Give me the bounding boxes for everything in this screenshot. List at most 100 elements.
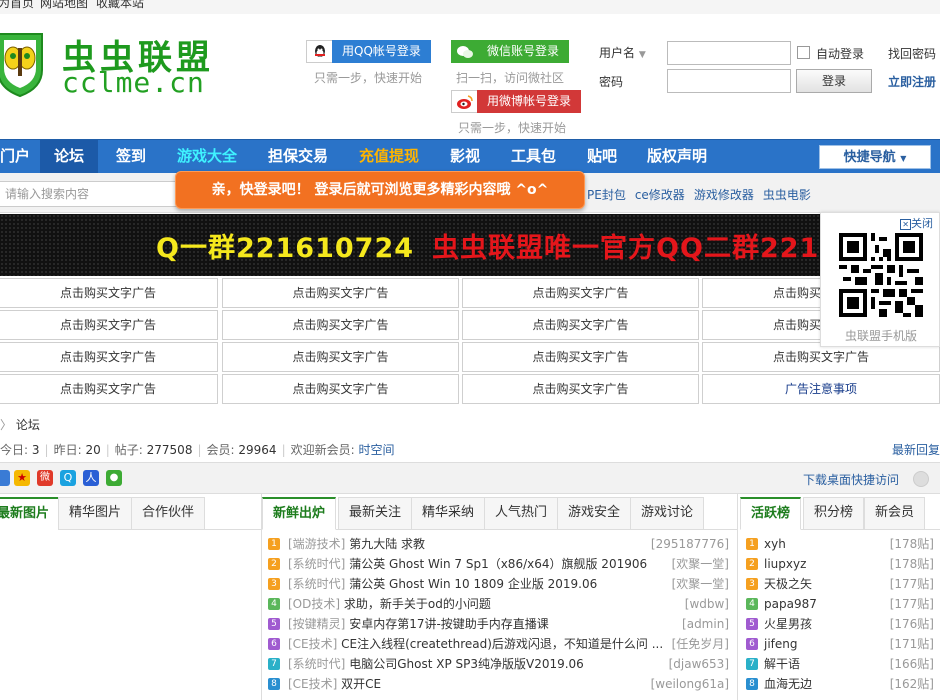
nav-video[interactable]: 影视: [436, 140, 494, 174]
nav-portal[interactable]: 门户: [0, 140, 44, 174]
members-count: 29964: [238, 443, 277, 457]
search-input[interactable]: 请输入搜索内容: [0, 181, 188, 207]
nav-toolkit[interactable]: 工具包: [497, 140, 570, 174]
nav-games[interactable]: 游戏大全: [163, 140, 251, 174]
tab-game-security[interactable]: 游戏安全: [557, 497, 632, 530]
thread-row[interactable]: 5 [按键精灵] 安卓内存第17讲-按键助手内存直播课 [admin]: [262, 614, 737, 634]
close-icon: ✕: [900, 219, 911, 230]
weibo-login-hint: 只需一步，快速开始: [458, 121, 567, 135]
chevron-down-icon[interactable]: ▼: [639, 50, 646, 60]
tab-latest-images[interactable]: 最新图片: [0, 497, 61, 530]
tab-hot[interactable]: 人气热门: [484, 497, 559, 530]
weibo-share-icon[interactable]: 微: [37, 470, 53, 486]
text-ad-cell[interactable]: 点击购买文字广告: [222, 374, 459, 404]
text-ad-cell[interactable]: 点击购买文字广告: [0, 278, 218, 308]
new-member-link[interactable]: 时空间: [358, 443, 394, 457]
login-prompt-toast[interactable]: 亲，快登录吧！ 登录后就可浏览更多精彩内容哦 ^o^: [175, 171, 585, 209]
hot-link[interactable]: 虫虫电影: [763, 188, 811, 202]
ranking-row[interactable]: 8 血海无边 [162贴]: [740, 674, 940, 694]
quick-nav-button[interactable]: 快捷导航 ▼: [819, 145, 931, 169]
tab-points-ranking[interactable]: 积分榜: [803, 497, 865, 530]
thread-row[interactable]: 4 [OD技术] 求助，新手关于od的小问题 [wdbw]: [262, 594, 737, 614]
set-homepage-link[interactable]: 为首页: [0, 0, 34, 9]
logo-emblem-icon[interactable]: [0, 30, 46, 98]
text-ad-cell[interactable]: 点击购买文字广告: [462, 278, 699, 308]
wechat-login-button[interactable]: 微信账号登录: [451, 40, 570, 63]
wechat-icon: [451, 40, 477, 63]
ranking-row[interactable]: 7 解干语 [166贴]: [740, 654, 940, 674]
thread-row[interactable]: 2 [系统时代] 蒲公英 Ghost Win 7 Sp1（x86/x64）旗舰版 …: [262, 554, 737, 574]
text-ad-cell[interactable]: 点击购买文字广告: [222, 278, 459, 308]
menu-icon[interactable]: [0, 470, 10, 486]
qr-label: 虫联盟手机版: [844, 329, 917, 343]
hot-search-links: PE封包 ce修改器 游戏修改器 虫虫电影: [587, 186, 820, 203]
find-password-link[interactable]: 找回密码: [888, 45, 936, 62]
login-submit-button[interactable]: 登录: [796, 69, 872, 93]
collapse-circle-icon[interactable]: [913, 471, 929, 487]
ranking-row[interactable]: 4 papa987 [177贴]: [740, 594, 940, 614]
text-ad-cell[interactable]: 点击购买文字广告: [0, 310, 218, 340]
sitemap-link[interactable]: 网站地图: [40, 0, 88, 9]
username-input[interactable]: [667, 41, 791, 65]
wechat-share-icon[interactable]: ●: [106, 470, 122, 486]
share-icon-strip: ★ 微 Q 人 ● 下载桌面快捷访问: [0, 462, 940, 494]
auto-login-label[interactable]: 自动登录: [816, 45, 864, 62]
today-count: 3: [31, 443, 40, 457]
hot-link[interactable]: ce修改器: [635, 188, 685, 202]
thread-row[interactable]: 1 [端游技术] 第九大陆 求教 [295187776]: [262, 534, 737, 554]
qq-group-banner[interactable]: Q一群221610724 虫虫联盟唯一官方QQ二群2216: [0, 214, 940, 276]
nav-forum[interactable]: 论坛: [40, 140, 99, 174]
thread-row[interactable]: 8 [CE技术] 双开CE [weilong61a]: [262, 674, 737, 694]
weibo-icon: [451, 90, 477, 113]
thread-row[interactable]: 6 [CE技术] CE注入线程(createthread)后游戏闪退，不知道是什么…: [262, 634, 737, 654]
ranking-row[interactable]: 3 天极之矢 [177贴]: [740, 574, 940, 594]
tab-game-discussion[interactable]: 游戏讨论: [630, 497, 705, 530]
nav-escrow[interactable]: 担保交易: [254, 140, 342, 174]
ranking-row[interactable]: 6 jifeng [171贴]: [740, 634, 940, 654]
logo-domain[interactable]: cclme.cn: [62, 66, 205, 99]
password-input[interactable]: [667, 69, 791, 93]
nav-checkin[interactable]: 签到: [102, 140, 160, 174]
qr-close-button[interactable]: ✕ 关闭: [900, 215, 933, 231]
tab-new-members[interactable]: 新会员: [864, 497, 926, 530]
ad-notice-link[interactable]: 广告注意事项: [702, 374, 940, 404]
star-icon[interactable]: ★: [14, 470, 30, 486]
text-ad-cell[interactable]: 点击购买文字广告: [0, 342, 218, 372]
breadcrumb-current[interactable]: 论坛: [16, 418, 40, 432]
desktop-shortcut-link[interactable]: 下载桌面快捷访问: [803, 471, 899, 488]
nav-tieba[interactable]: 贴吧: [573, 140, 631, 174]
favorite-link[interactable]: 收藏本站: [96, 0, 144, 9]
text-ad-cell[interactable]: 点击购买文字广告: [462, 342, 699, 372]
ranking-row[interactable]: 1 xyh [178贴]: [740, 534, 940, 554]
ranking-row[interactable]: 5 火星男孩 [176贴]: [740, 614, 940, 634]
text-ad-cell[interactable]: 点击购买文字广告: [222, 310, 459, 340]
breadcrumb-separator-icon: 〉: [0, 418, 13, 432]
tab-newest[interactable]: 新鲜出炉: [262, 497, 337, 530]
text-ad-cell[interactable]: 点击购买文字广告: [462, 310, 699, 340]
qq-login-button[interactable]: 用QQ帐号登录: [306, 40, 431, 63]
tab-active-ranking[interactable]: 活跃榜: [740, 497, 802, 530]
text-ad-cell[interactable]: 点击购买文字广告: [462, 374, 699, 404]
thread-row[interactable]: 7 [系统时代] 电脑公司Ghost XP SP3纯净版版V2019.06 [dja…: [262, 654, 737, 674]
wechat-login-hint: 扫一扫，访问微社区: [456, 71, 565, 85]
text-ad-cell[interactable]: 点击购买文字广告: [0, 374, 218, 404]
tab-latest-follow[interactable]: 最新关注: [338, 497, 413, 530]
nav-copyright[interactable]: 版权声明: [633, 140, 721, 174]
ranking-row[interactable]: 2 liupxyz [178贴]: [740, 554, 940, 574]
auto-login-checkbox[interactable]: [797, 46, 810, 59]
latest-reply-link[interactable]: 最新回复: [892, 441, 940, 458]
hot-link[interactable]: 游戏修改器: [694, 188, 754, 202]
tab-partners[interactable]: 合作伙伴: [131, 497, 206, 530]
thread-panel: 新鲜出炉 最新关注 精华采纳 人气热门 游戏安全 游戏讨论 1 [端游技术] 第九…: [262, 494, 738, 700]
register-link[interactable]: 立即注册: [888, 73, 936, 90]
qzone-icon[interactable]: Q: [60, 470, 76, 486]
weibo-login-button[interactable]: 用微博帐号登录: [451, 90, 582, 113]
password-label: 密码: [599, 75, 624, 89]
thread-row[interactable]: 3 [系统时代] 蒲公英 Ghost Win 10 1809 企业版 2019.0…: [262, 574, 737, 594]
person-icon[interactable]: 人: [83, 470, 99, 486]
nav-recharge[interactable]: 充值提现: [345, 140, 433, 174]
tab-featured-images[interactable]: 精华图片: [58, 497, 133, 530]
text-ad-cell[interactable]: 点击购买文字广告: [222, 342, 459, 372]
tab-essence[interactable]: 精华采纳: [411, 497, 486, 530]
hot-link[interactable]: PE封包: [587, 188, 626, 202]
